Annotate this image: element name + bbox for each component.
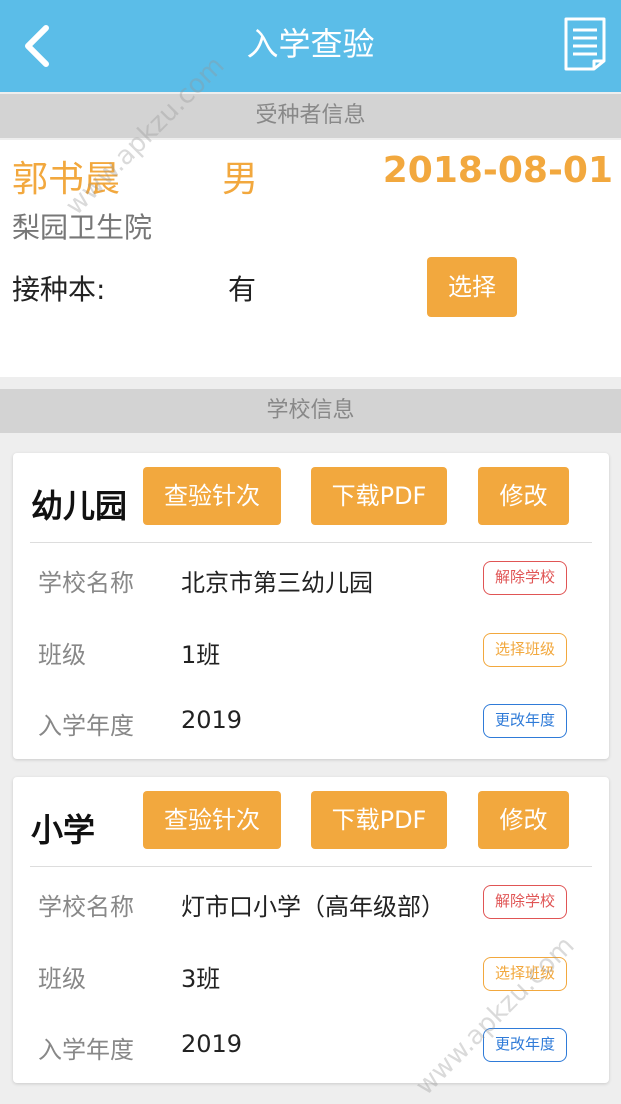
vaccinee-info: 郭书晨 男 2018-08-01 梨园卫生院 接种本: 有 选择 <box>0 140 621 377</box>
school-level-title: 幼儿园 <box>31 487 128 525</box>
edit-button[interactable]: 修改 <box>478 467 569 525</box>
vaccinee-hospital: 梨园卫生院 <box>12 211 153 244</box>
document-icon <box>564 17 606 71</box>
edit-button[interactable]: 修改 <box>478 791 569 849</box>
select-class-button[interactable]: 选择班级 <box>483 633 567 667</box>
school-name-value: 灯市口小学（高年级部） <box>181 893 445 921</box>
change-year-button[interactable]: 更改年度 <box>483 704 567 738</box>
class-row: 班级 1班 选择班级 <box>13 615 609 687</box>
enrollment-year-row: 入学年度 2019 更改年度 <box>13 1010 609 1082</box>
vaccinee-birth-date: 2018-08-01 <box>382 150 613 191</box>
enrollment-year-value: 2019 <box>181 1030 243 1058</box>
school-name-label: 学校名称 <box>38 569 134 597</box>
select-class-button[interactable]: 选择班级 <box>483 957 567 991</box>
download-pdf-button[interactable]: 下载PDF <box>311 791 447 849</box>
class-row: 班级 3班 选择班级 <box>13 939 609 1011</box>
school-name-label: 学校名称 <box>38 893 134 921</box>
class-label: 班级 <box>38 965 86 993</box>
enrollment-year-label: 入学年度 <box>38 712 134 740</box>
school-card-kindergarten: 幼儿园 查验针次 下载PDF 修改 学校名称 北京市第三幼儿园 解除学校 班级 … <box>13 453 609 759</box>
enrollment-year-row: 入学年度 2019 更改年度 <box>13 686 609 758</box>
enrollment-year-label: 入学年度 <box>38 1036 134 1064</box>
class-label: 班级 <box>38 641 86 669</box>
class-value: 3班 <box>181 965 221 993</box>
enrollment-year-value: 2019 <box>181 706 243 734</box>
select-button[interactable]: 选择 <box>427 257 517 317</box>
school-name-value: 北京市第三幼儿园 <box>181 569 373 597</box>
check-doses-button[interactable]: 查验针次 <box>143 467 281 525</box>
app-header: 入学查验 <box>0 0 621 92</box>
page-title: 入学查验 <box>246 25 375 63</box>
school-card-primary: 小学 查验针次 下载PDF 修改 学校名称 灯市口小学（高年级部） 解除学校 班… <box>13 777 609 1083</box>
document-button[interactable] <box>560 16 610 72</box>
change-year-button[interactable]: 更改年度 <box>483 1028 567 1062</box>
vaccination-book-label: 接种本: <box>12 273 106 306</box>
school-section-header: 学校信息 <box>0 389 621 433</box>
check-doses-button[interactable]: 查验针次 <box>143 791 281 849</box>
unbind-school-button[interactable]: 解除学校 <box>483 885 567 919</box>
vaccinee-sex: 男 <box>222 159 259 200</box>
unbind-school-button[interactable]: 解除学校 <box>483 561 567 595</box>
school-level-title: 小学 <box>31 811 96 849</box>
school-name-row: 学校名称 灯市口小学（高年级部） 解除学校 <box>13 867 609 939</box>
vaccinee-section-header: 受种者信息 <box>0 94 621 138</box>
school-name-row: 学校名称 北京市第三幼儿园 解除学校 <box>13 543 609 615</box>
vaccinee-name: 郭书晨 <box>12 159 121 200</box>
vaccination-book-value: 有 <box>228 273 257 306</box>
download-pdf-button[interactable]: 下载PDF <box>311 467 447 525</box>
class-value: 1班 <box>181 641 221 669</box>
